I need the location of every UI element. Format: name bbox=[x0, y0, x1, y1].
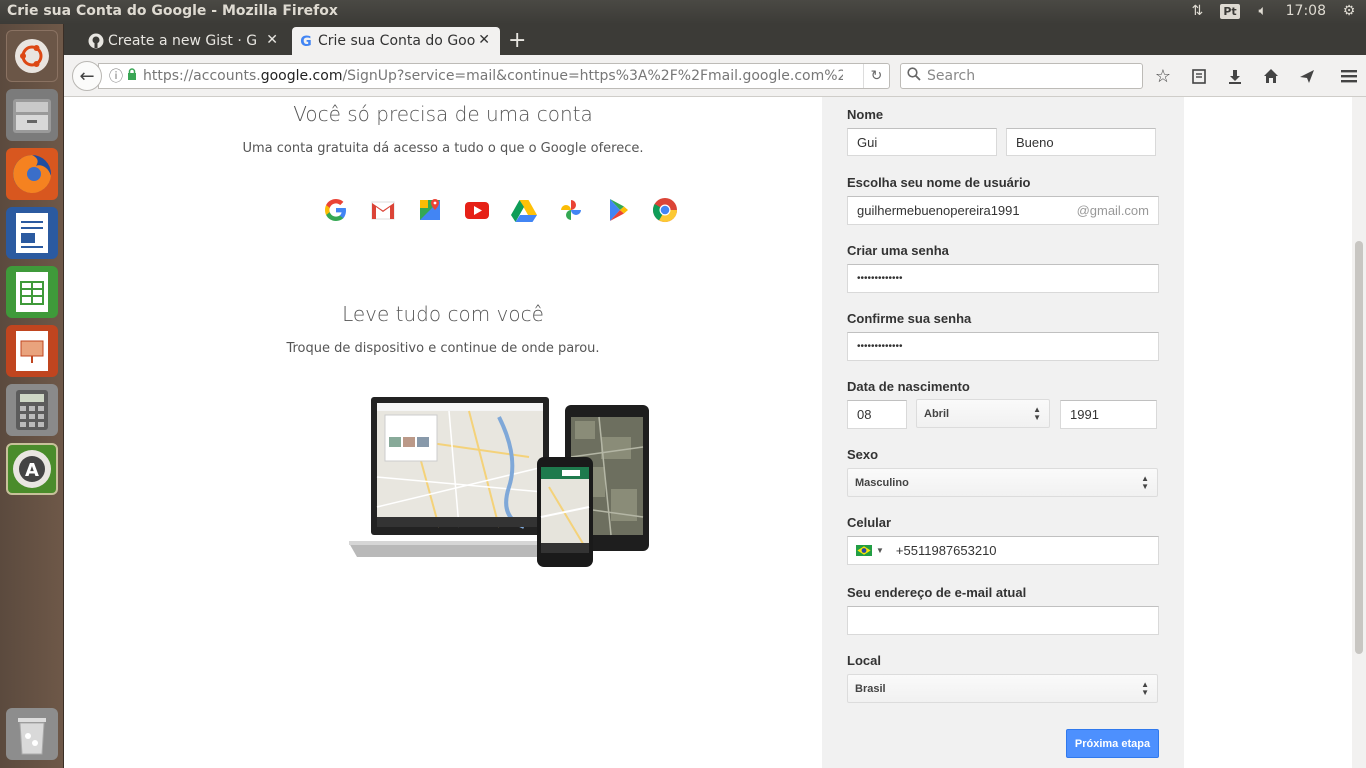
google-icon: G bbox=[298, 33, 314, 50]
gender-label: Sexo bbox=[847, 447, 879, 462]
home-icon[interactable] bbox=[1262, 66, 1280, 86]
play-store-icon bbox=[604, 196, 632, 224]
url-text: https://accounts.google.com/SignUp?servi… bbox=[143, 68, 843, 84]
photos-icon bbox=[557, 196, 585, 224]
promo-heading-take-everything: Leve tudo com você bbox=[342, 302, 544, 326]
clock[interactable]: 17:08 bbox=[1286, 3, 1326, 19]
gmail-suffix: @gmail.com bbox=[1076, 203, 1149, 218]
scrollbar-thumb[interactable] bbox=[1355, 241, 1363, 654]
location-select[interactable]: Brasil ▲ ▼ bbox=[847, 674, 1158, 703]
password-label: Criar uma senha bbox=[847, 243, 949, 258]
name-label: Nome bbox=[847, 107, 884, 122]
promo-heading-one-account: Você só precisa de uma conta bbox=[293, 102, 593, 126]
last-name-input[interactable]: Bueno bbox=[1006, 128, 1156, 156]
birth-year-input[interactable]: 1991 bbox=[1060, 400, 1157, 429]
tab-github-gist[interactable]: Create a new Gist · GitHub ✕ bbox=[82, 27, 288, 55]
drive-icon bbox=[510, 196, 538, 224]
search-placeholder: Search bbox=[927, 68, 976, 84]
hamburger-menu-icon[interactable] bbox=[1340, 66, 1358, 86]
files-icon[interactable] bbox=[6, 89, 58, 141]
ubuntu-logo-icon[interactable] bbox=[6, 30, 58, 82]
gmail-icon bbox=[369, 196, 397, 224]
select-updown-icon: ▲ ▼ bbox=[1141, 474, 1149, 491]
new-tab-plus-icon[interactable]: + bbox=[508, 28, 526, 53]
tab-google-signup[interactable]: G Crie sua Conta do Google ✕ bbox=[292, 27, 500, 55]
birth-month-select[interactable]: Abril ▲ ▼ bbox=[916, 399, 1050, 428]
calc-icon[interactable] bbox=[6, 266, 58, 318]
github-icon bbox=[88, 33, 104, 49]
info-icon[interactable]: ⓘ bbox=[109, 66, 123, 86]
select-updown-icon: ▲ ▼ bbox=[1033, 405, 1041, 422]
signup-form-panel: Nome Gui Bueno Escolha seu nome de usuár… bbox=[822, 97, 1184, 768]
birthdate-label: Data de nascimento bbox=[847, 379, 970, 394]
svg-text:G: G bbox=[300, 34, 312, 49]
back-button[interactable]: ← bbox=[72, 61, 102, 91]
network-icon[interactable]: ⇅ bbox=[1188, 2, 1206, 20]
impress-icon[interactable] bbox=[6, 325, 58, 377]
toolbar-icons: ☆ bbox=[1154, 66, 1358, 87]
phone-label: Celular bbox=[847, 515, 892, 530]
first-name-input[interactable]: Gui bbox=[847, 128, 997, 156]
page-scrollbar[interactable] bbox=[1352, 97, 1366, 768]
select-updown-icon: ▲ ▼ bbox=[1141, 680, 1149, 697]
svg-text:A: A bbox=[25, 460, 39, 481]
trash-icon[interactable] bbox=[6, 708, 58, 760]
download-icon[interactable] bbox=[1226, 66, 1244, 86]
tab-close-icon[interactable]: ✕ bbox=[478, 32, 490, 48]
browser-tab-strip: Create a new Gist · GitHub ✕ G Crie sua … bbox=[64, 24, 1366, 55]
google-icon bbox=[322, 196, 350, 224]
username-label: Escolha seu nome de usuário bbox=[847, 175, 1031, 190]
username-input[interactable]: guilhermebuenopereira1991 @gmail.com bbox=[847, 196, 1159, 225]
youtube-icon bbox=[463, 196, 491, 224]
software-updater-icon[interactable]: A bbox=[6, 443, 58, 495]
system-top-panel: Crie sua Conta do Google - Mozilla Firef… bbox=[0, 0, 1366, 24]
promo-subtext-free-account: Uma conta gratuita dá acesso a tudo o qu… bbox=[242, 141, 644, 156]
search-icon bbox=[907, 67, 921, 85]
confirm-password-label: Confirme sua senha bbox=[847, 311, 972, 326]
reading-list-icon[interactable] bbox=[1190, 66, 1208, 86]
next-step-button[interactable]: Próxima etapa bbox=[1066, 729, 1159, 758]
window-title: Crie sua Conta do Google - Mozilla Firef… bbox=[7, 3, 338, 19]
maps-icon bbox=[416, 196, 444, 224]
settings-gear-icon[interactable]: ⚙ bbox=[1340, 2, 1358, 20]
firefox-icon[interactable] bbox=[6, 148, 58, 200]
page-content: Você só precisa de uma conta Uma conta g… bbox=[64, 97, 1352, 768]
browser-nav-bar: ⓘ https://accounts.google.com/SignUp?ser… bbox=[64, 55, 1366, 97]
gender-select[interactable]: Masculino ▲ ▼ bbox=[847, 468, 1158, 497]
birth-day-input[interactable]: 08 bbox=[847, 400, 907, 429]
password-input[interactable]: ••••••••••••• bbox=[847, 264, 1159, 293]
chrome-icon bbox=[651, 196, 679, 224]
bookmark-star-icon[interactable]: ☆ bbox=[1154, 66, 1172, 87]
search-input[interactable]: Search bbox=[900, 63, 1143, 89]
back-arrow-icon: ← bbox=[79, 65, 95, 87]
url-bar[interactable]: ⓘ https://accounts.google.com/SignUp?ser… bbox=[98, 63, 890, 89]
brazil-flag-icon[interactable]: ▼ bbox=[856, 545, 884, 556]
current-email-input[interactable] bbox=[847, 606, 1159, 635]
devices-illustration bbox=[349, 397, 651, 573]
product-icon-row bbox=[322, 196, 679, 224]
chevron-down-icon: ▼ bbox=[876, 546, 884, 555]
current-email-label: Seu endereço de e-mail atual bbox=[847, 585, 1027, 600]
system-indicators: ⇅ Pt 🔈︎ 17:08 ⚙ bbox=[1188, 2, 1358, 20]
confirm-password-input[interactable]: ••••••••••••• bbox=[847, 332, 1159, 361]
promo-column: Você só precisa de uma conta Uma conta g… bbox=[64, 97, 822, 768]
promo-subtext-switch-devices: Troque de dispositivo e continue de onde… bbox=[286, 341, 600, 356]
lock-icon bbox=[127, 68, 137, 84]
pocket-send-icon[interactable] bbox=[1298, 66, 1316, 86]
tab-close-icon[interactable]: ✕ bbox=[266, 32, 278, 48]
volume-icon[interactable]: 🔈︎ bbox=[1254, 2, 1272, 20]
writer-icon[interactable] bbox=[6, 207, 58, 259]
reload-icon[interactable]: ↻ bbox=[863, 64, 889, 88]
keyboard-layout-indicator[interactable]: Pt bbox=[1220, 3, 1240, 19]
calculator-icon[interactable] bbox=[6, 384, 58, 436]
phone-input[interactable]: ▼ +5511987653210 bbox=[847, 536, 1159, 565]
location-label: Local bbox=[847, 653, 881, 668]
unity-launcher: A bbox=[0, 24, 64, 768]
